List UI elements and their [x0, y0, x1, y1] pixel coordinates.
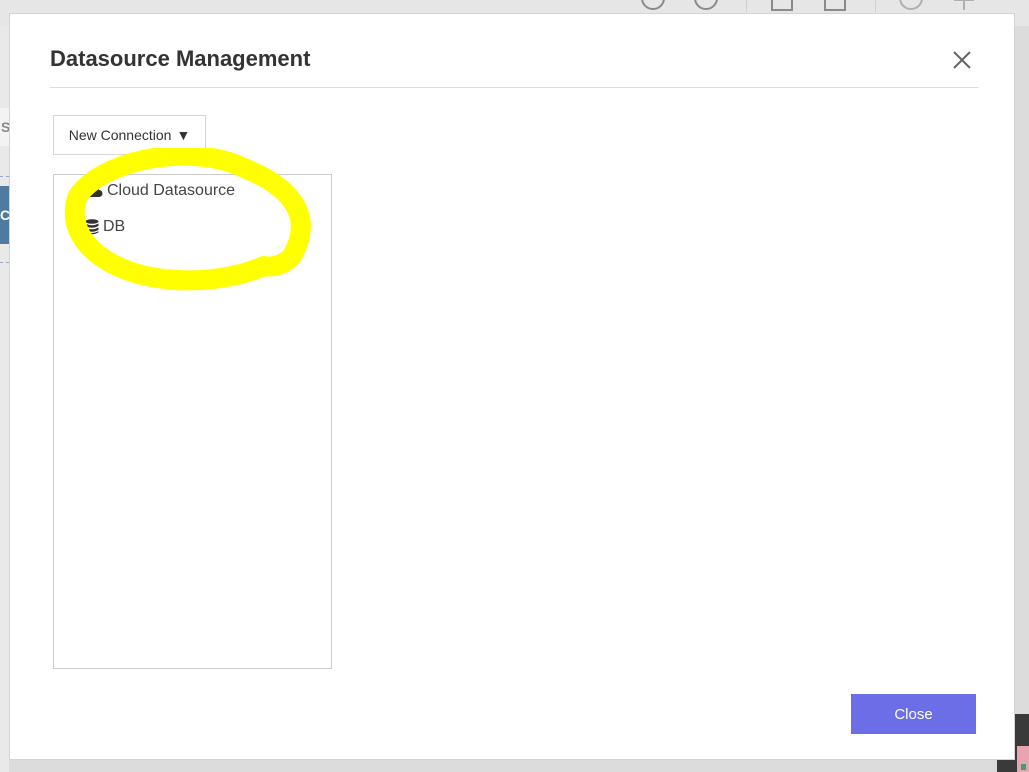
datasource-management-dialog: Datasource Management New Connection ▼ C… [9, 13, 1015, 760]
datasource-tree: Cloud Datasource DB [53, 174, 332, 669]
toolbar-divider [875, 0, 876, 12]
background-label-fragment: S [0, 108, 9, 146]
toolbar-divider [746, 0, 747, 12]
move-arrows-icon[interactable] [951, 0, 977, 12]
close-button[interactable]: Close [851, 694, 976, 734]
background-divider [0, 176, 9, 177]
background-divider [0, 262, 9, 263]
tree-item-db[interactable]: DB [85, 218, 125, 236]
tree-item-label: DB [103, 218, 126, 235]
print-settings-icon[interactable] [822, 0, 848, 12]
checklist-icon[interactable] [769, 0, 795, 12]
background-sidebar: S C [0, 26, 9, 772]
close-icon[interactable] [950, 48, 974, 72]
new-connection-dropdown-button[interactable]: New Connection ▼ [53, 115, 206, 155]
tree-item-label: Cloud Datasource [107, 182, 236, 199]
cloud-icon [85, 184, 103, 198]
help-circle-icon[interactable] [693, 0, 719, 12]
alert-circle-icon[interactable] [898, 0, 924, 12]
info-circle-icon[interactable] [640, 0, 666, 12]
tree-item-cloud-datasource[interactable]: Cloud Datasource [85, 182, 235, 200]
caret-down-icon: ▼ [176, 127, 191, 143]
corner-widget-indicator [1021, 764, 1026, 770]
background-panel-fragment: C [0, 186, 9, 244]
database-icon [85, 219, 99, 235]
new-connection-label: New Connection [68, 127, 172, 143]
dialog-title: Datasource Management [50, 46, 311, 71]
header-divider [50, 87, 979, 88]
background-toolbar-icons [640, 0, 1004, 12]
